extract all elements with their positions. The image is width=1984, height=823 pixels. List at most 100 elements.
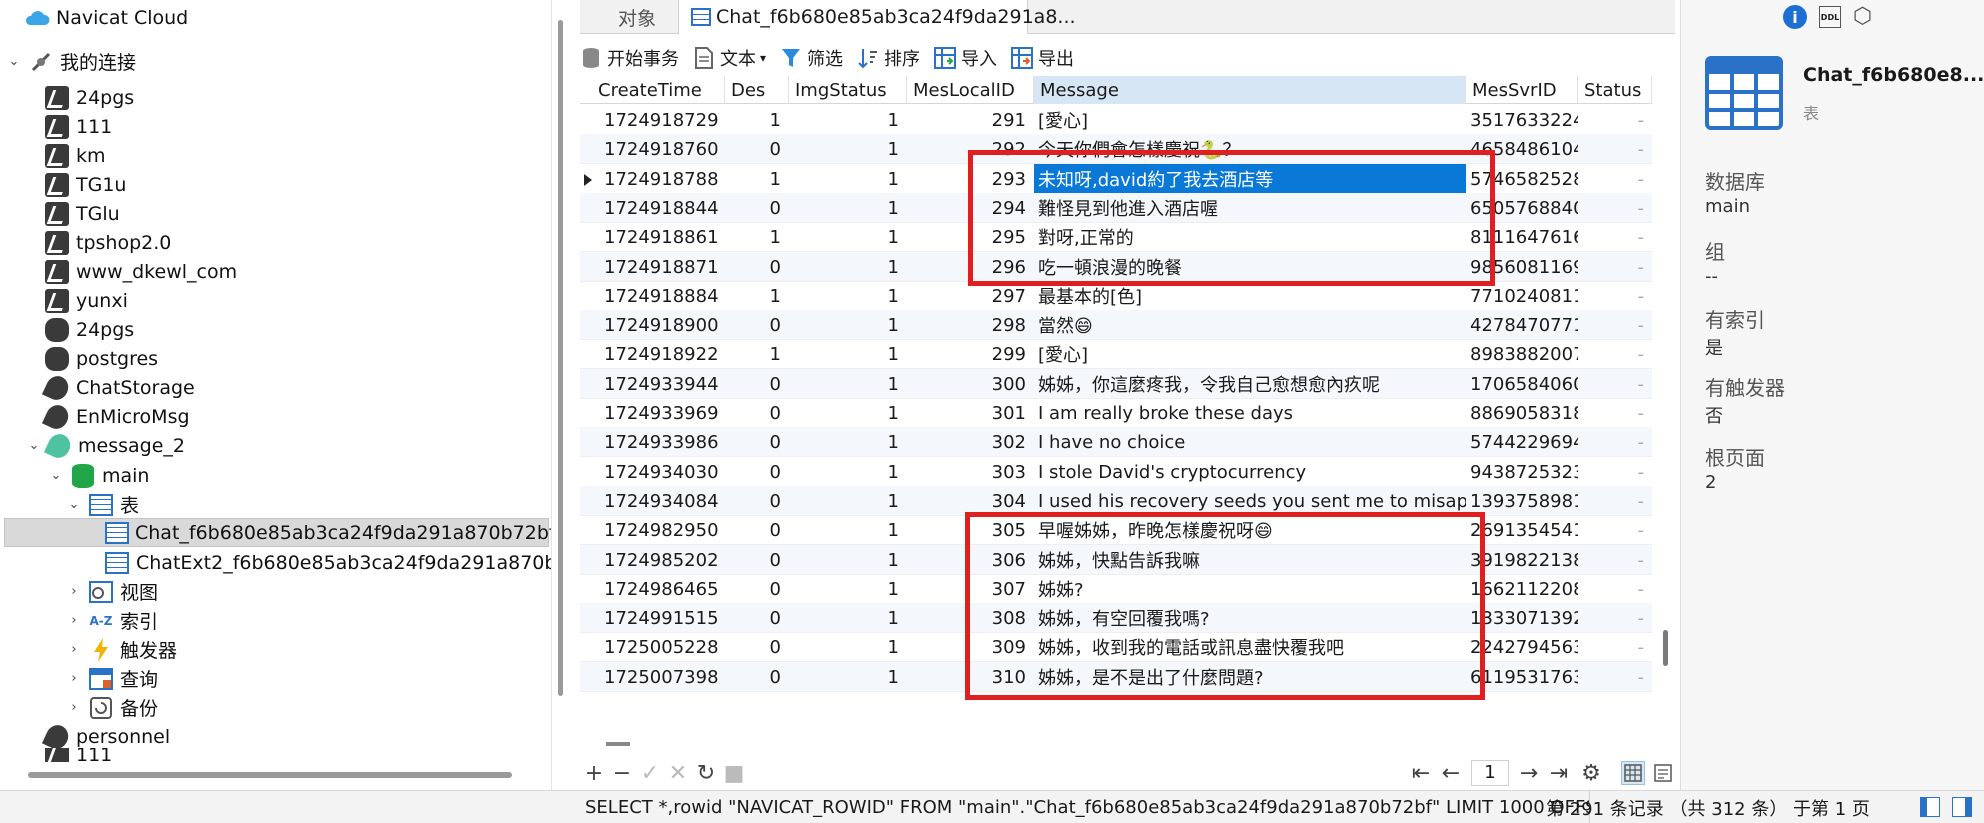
connection-item[interactable]: ChatStorage	[41, 371, 195, 404]
cell-des[interactable]: 0	[725, 369, 789, 399]
cell-localid[interactable]: 301	[907, 398, 1034, 428]
connection-item[interactable]: www_dkewl_com	[44, 257, 237, 286]
cell-createtime[interactable]: 1724918871	[580, 252, 725, 282]
cell-des[interactable]: 1	[725, 105, 789, 135]
index-folder[interactable]: › A-Z 索引	[66, 606, 158, 635]
cell-img[interactable]: 1	[789, 134, 907, 164]
cell-createtime[interactable]: 1724918861	[580, 222, 725, 252]
connection-item[interactable]: 111	[44, 112, 112, 141]
cell-message[interactable]: 姊姊，你這麼疼我，令我自己愈想愈內疚呢	[1034, 369, 1466, 399]
column-header-messvrid[interactable]: MesSvrID	[1466, 76, 1578, 104]
cell-createtime[interactable]: 1724986465	[580, 574, 725, 604]
chevron-right-icon[interactable]: ›	[66, 700, 82, 716]
navigation-vertical-scrollbar[interactable]	[558, 20, 563, 696]
next-page-icon[interactable]: →	[1517, 761, 1541, 786]
cell-img[interactable]: 1	[789, 515, 907, 545]
column-header-status[interactable]: Status	[1578, 76, 1652, 104]
cell-img[interactable]: 1	[789, 662, 907, 692]
refresh-icon[interactable]: ↻	[694, 761, 718, 786]
delete-record-icon[interactable]: −	[610, 761, 634, 786]
connection-item-personnel[interactable]: personnel	[41, 720, 170, 753]
column-header-imgstatus[interactable]: ImgStatus	[789, 76, 907, 104]
cell-status[interactable]: -	[1578, 134, 1652, 164]
cell-createtime[interactable]: 1725005228	[580, 632, 725, 662]
cell-svrid[interactable]: 4278470771	[1466, 310, 1578, 340]
cell-message[interactable]: [愛心]	[1034, 105, 1466, 135]
cell-status[interactable]: -	[1578, 193, 1652, 223]
cell-localid[interactable]: 291	[907, 105, 1034, 135]
grid-vertical-scrollbar[interactable]	[1663, 630, 1668, 666]
cell-img[interactable]: 1	[789, 545, 907, 575]
triggers-folder[interactable]: › 触发器	[66, 635, 177, 664]
cell-status[interactable]: -	[1578, 369, 1652, 399]
cell-status[interactable]: -	[1578, 457, 1652, 487]
form-view-icon[interactable]	[1651, 761, 1675, 785]
cell-des[interactable]: 0	[725, 515, 789, 545]
cell-status[interactable]: -	[1578, 281, 1652, 311]
connection-item[interactable]: ⌄ message_2	[26, 429, 185, 462]
cell-des[interactable]: 1	[725, 339, 789, 369]
grid-view-icon[interactable]	[1621, 761, 1645, 785]
cell-status[interactable]: -	[1578, 486, 1652, 516]
cell-img[interactable]: 1	[789, 193, 907, 223]
cell-message[interactable]: I have no choice	[1034, 427, 1466, 457]
cell-status[interactable]: -	[1578, 603, 1652, 633]
cell-svrid[interactable]: 5744229694	[1466, 427, 1578, 457]
cell-des[interactable]: 0	[725, 457, 789, 487]
cell-createtime[interactable]: 1724918788	[580, 164, 725, 194]
queries-folder[interactable]: › 查询	[66, 664, 158, 693]
connection-item[interactable]: tpshop2.0	[44, 228, 171, 257]
connection-item-cut[interactable]: 111	[44, 748, 112, 762]
gear-icon[interactable]: ⚙	[1579, 761, 1603, 786]
cell-des[interactable]: 0	[725, 662, 789, 692]
chevron-down-icon[interactable]: ⌄	[66, 497, 82, 513]
ddl-icon[interactable]: DDL	[1819, 6, 1841, 28]
cell-createtime[interactable]: 1724918729	[580, 105, 725, 135]
cell-svrid[interactable]: 8869058318	[1466, 398, 1578, 428]
cell-status[interactable]: -	[1578, 339, 1652, 369]
cell-des[interactable]: 0	[725, 427, 789, 457]
cell-localid[interactable]: 302	[907, 427, 1034, 457]
cell-createtime[interactable]: 1724934030	[580, 457, 725, 487]
navigation-horizontal-scrollbar[interactable]	[28, 772, 512, 778]
cell-des[interactable]: 0	[725, 134, 789, 164]
cell-img[interactable]: 1	[789, 164, 907, 194]
info-icon[interactable]: i	[1783, 5, 1807, 29]
chevron-right-icon[interactable]: ›	[66, 642, 82, 658]
cell-img[interactable]: 1	[789, 222, 907, 252]
table-row[interactable]: 1724933969 0 1 301 I am really broke these d…	[580, 398, 1652, 428]
add-record-icon[interactable]: +	[582, 761, 606, 786]
column-header-des[interactable]: Des	[725, 76, 789, 104]
cell-des[interactable]: 1	[725, 281, 789, 311]
cell-createtime[interactable]: 1724982950	[580, 515, 725, 545]
column-header-meslocalid[interactable]: MesLocalID	[907, 76, 1034, 104]
connection-item[interactable]: 24pgs	[44, 315, 134, 344]
cell-createtime[interactable]: 1724933969	[580, 398, 725, 428]
cell-localid[interactable]: 300	[907, 369, 1034, 399]
backups-folder[interactable]: › 备份	[66, 693, 158, 722]
cell-des[interactable]: 0	[725, 632, 789, 662]
apply-changes-icon[interactable]: ✓	[638, 761, 662, 786]
cell-des[interactable]: 0	[725, 193, 789, 223]
table-item-chat[interactable]: Chat_f6b680e85ab3ca24f9da291a870b72bf	[4, 518, 551, 547]
chevron-down-icon[interactable]: ⌄	[6, 54, 22, 70]
table-item-chatext2[interactable]: ChatExt2_f6b680e85ab3ca24f9da291a870b72b	[104, 548, 551, 577]
cell-createtime[interactable]: 1724934084	[580, 486, 725, 516]
cell-status[interactable]: -	[1578, 427, 1652, 457]
cell-status[interactable]: -	[1578, 105, 1652, 135]
cell-des[interactable]: 1	[725, 164, 789, 194]
cell-status[interactable]: -	[1578, 515, 1652, 545]
column-header-createtime[interactable]: CreateTime	[580, 76, 725, 104]
cell-img[interactable]: 1	[789, 310, 907, 340]
page-number-input[interactable]: 1	[1471, 760, 1509, 786]
cell-des[interactable]: 0	[725, 545, 789, 575]
table-row[interactable]: 1724918900 0 1 298 當然😄 4278470771-	[580, 310, 1652, 340]
chevron-right-icon[interactable]: ›	[66, 613, 82, 629]
table-row[interactable]: 1724933944 0 1 300 姊姊，你這麼疼我，令我自己愈想愈內疚呢 170658…	[580, 369, 1652, 399]
table-row[interactable]: 1724933986 0 1 302 I have no choice 574422969…	[580, 427, 1652, 457]
cell-img[interactable]: 1	[789, 632, 907, 662]
views-folder[interactable]: › 视图	[66, 577, 158, 606]
cell-svrid[interactable]: 8983882007	[1466, 339, 1578, 369]
chevron-right-icon[interactable]: ›	[66, 671, 82, 687]
navicat-cloud-item[interactable]: Navicat Cloud	[24, 3, 188, 32]
